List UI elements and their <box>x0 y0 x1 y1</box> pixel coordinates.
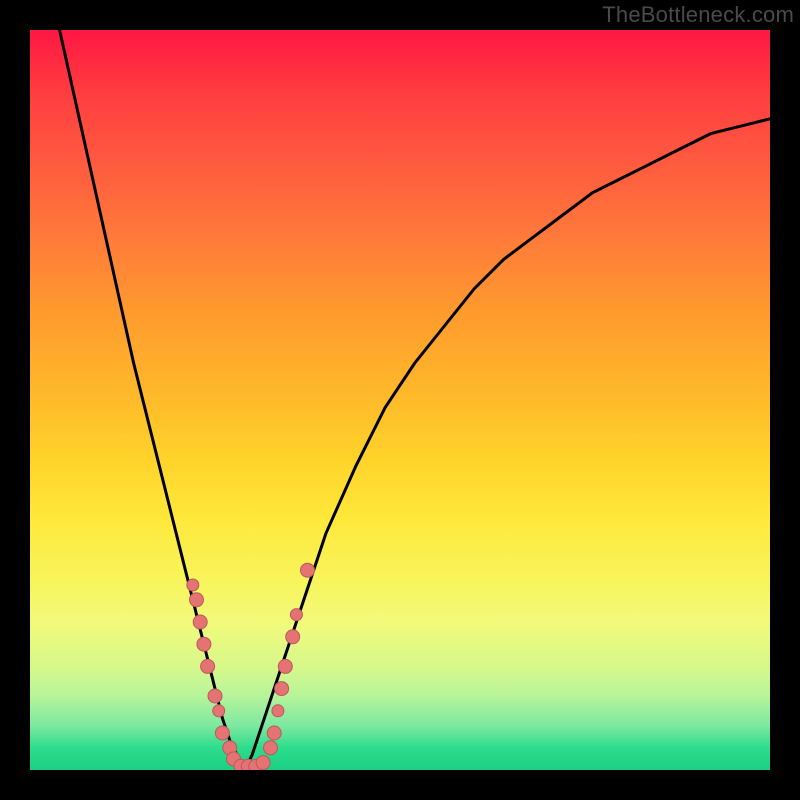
data-dot <box>275 682 289 696</box>
plot-area <box>30 30 770 770</box>
chart-frame: TheBottleneck.com <box>0 0 800 800</box>
data-dot <box>286 630 300 644</box>
data-dot <box>193 615 207 629</box>
chart-svg <box>30 30 770 770</box>
data-dot <box>278 659 292 673</box>
bottleneck-curve <box>60 30 770 770</box>
data-dot <box>187 579 199 591</box>
data-dot <box>290 609 302 621</box>
watermark-text: TheBottleneck.com <box>602 2 794 28</box>
data-dot <box>215 726 229 740</box>
curve-layer <box>60 30 770 770</box>
dots-layer <box>187 563 315 770</box>
data-dot <box>197 637 211 651</box>
data-dot <box>208 689 222 703</box>
data-dot <box>272 705 284 717</box>
data-dot <box>256 756 270 770</box>
data-dot <box>190 593 204 607</box>
data-dot <box>264 741 278 755</box>
data-dot <box>201 659 215 673</box>
data-dot <box>267 726 281 740</box>
data-dot <box>213 705 225 717</box>
data-dot <box>301 563 315 577</box>
